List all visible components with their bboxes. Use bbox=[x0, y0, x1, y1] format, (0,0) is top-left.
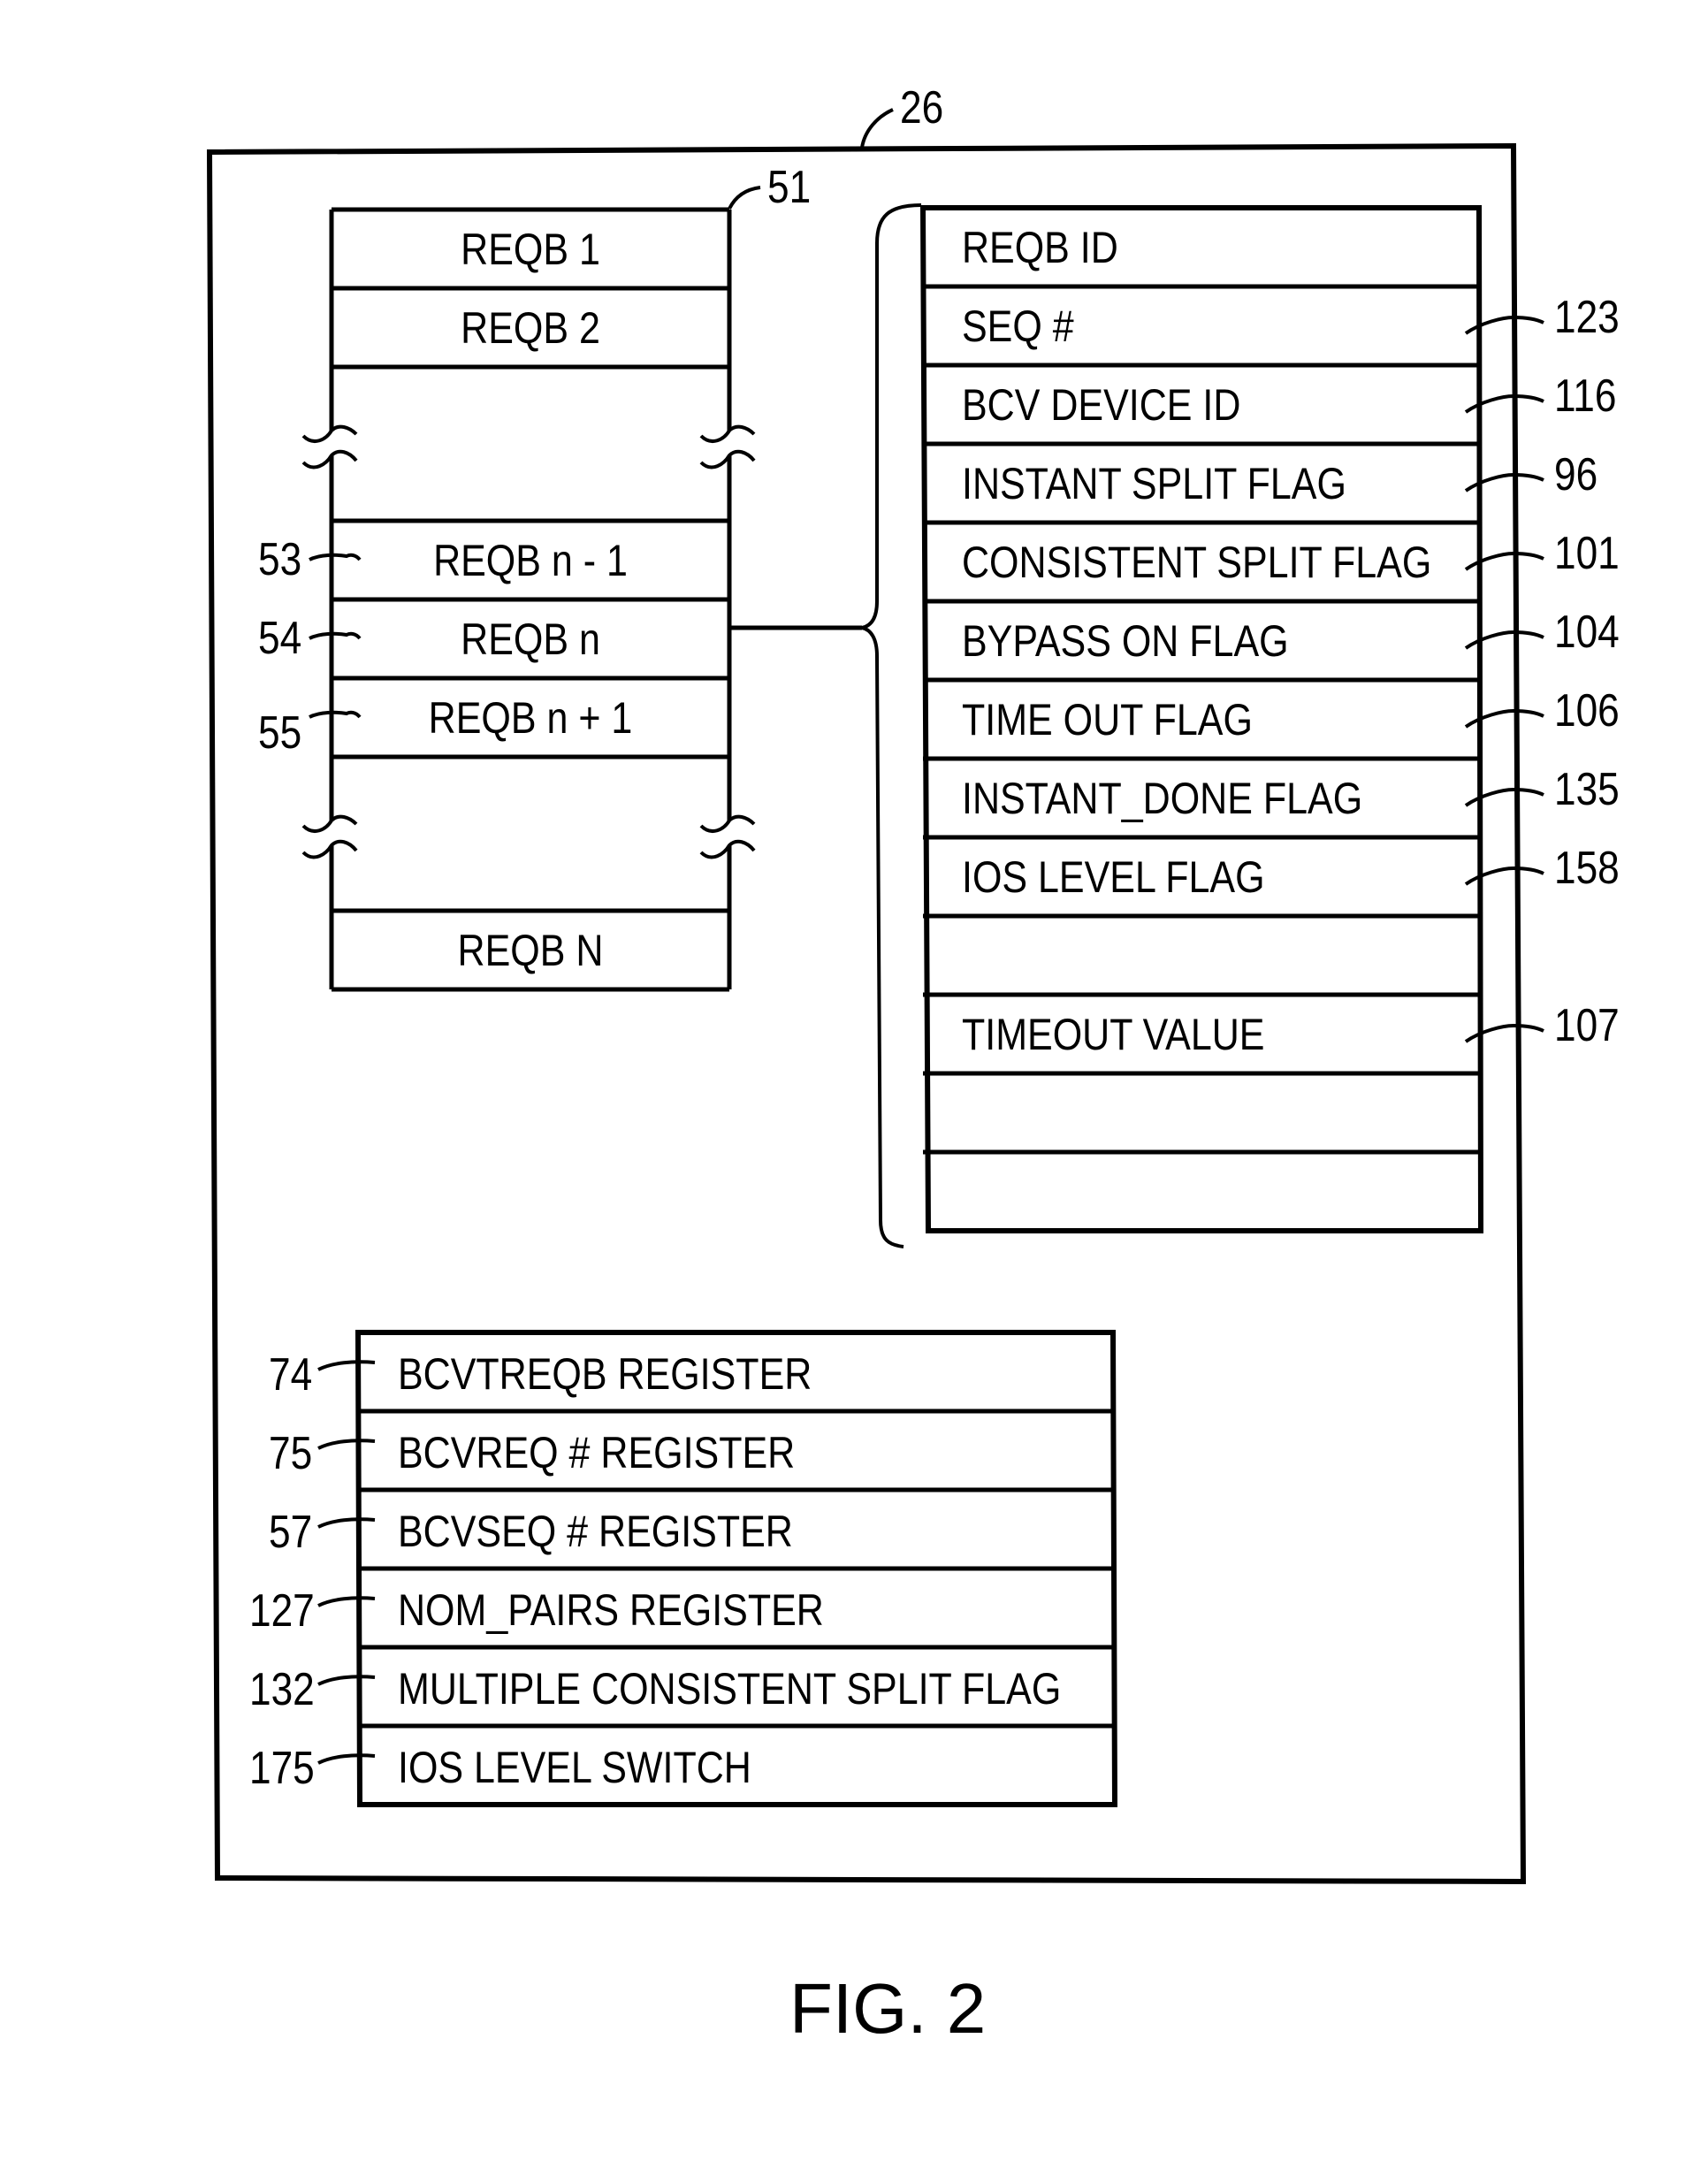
register-ref-label: 75 bbox=[269, 1428, 313, 1479]
register-lines bbox=[317, 1330, 1118, 1807]
detail-field-ref-label: 135 bbox=[1554, 764, 1620, 815]
figure-canvas: 26 51 REQB 1 REQB 2 REQB n - 1 53 REQB n 54 RE… bbox=[0, 0, 1708, 2168]
detail-field-ref-label: 116 bbox=[1554, 370, 1617, 422]
detail-field-ref-label: 101 bbox=[1554, 528, 1620, 579]
register-label: BCVTREQB REGISTER bbox=[398, 1349, 812, 1399]
register-ref-label: 132 bbox=[249, 1664, 315, 1715]
detail-field-label: BYPASS ON FLAG bbox=[962, 616, 1289, 666]
ref-leader-line bbox=[1464, 1023, 1544, 1043]
register-label: MULTIPLE CONSISTENT SPLIT FLAG bbox=[398, 1664, 1062, 1714]
detail-field-label: INSTANT_DONE FLAG bbox=[962, 774, 1363, 823]
register-ref-label: 175 bbox=[249, 1743, 315, 1794]
diagram-lines bbox=[206, 108, 1544, 1885]
queue-ref-label: 51 bbox=[767, 162, 812, 213]
ref-leader-line bbox=[317, 1675, 376, 1686]
queue-row-label: REQB N bbox=[457, 926, 604, 975]
detail-field-label: TIME OUT FLAG bbox=[962, 695, 1253, 744]
register-ref-label: 74 bbox=[269, 1349, 313, 1401]
register-ref-label: 127 bbox=[249, 1585, 315, 1637]
queue-row-label: REQB n bbox=[461, 615, 600, 664]
detail-field-ref-label: 106 bbox=[1554, 685, 1620, 737]
queue-row-label: REQB n + 1 bbox=[428, 693, 633, 743]
queue-row-label: REQB 1 bbox=[461, 225, 600, 274]
ref-leader-line bbox=[317, 1360, 376, 1371]
ref-leader-line bbox=[309, 710, 362, 719]
register-label: IOS LEVEL SWITCH bbox=[398, 1743, 751, 1792]
ref-leader-line bbox=[317, 1753, 376, 1765]
ref-leader-line bbox=[317, 1517, 376, 1529]
memory-ref-label: 26 bbox=[900, 82, 944, 134]
ref-leader-line bbox=[309, 553, 362, 561]
figure-caption: FIG. 2 bbox=[789, 1969, 987, 2048]
memory-ref-leader bbox=[860, 108, 894, 149]
register-ref-label: 57 bbox=[269, 1507, 313, 1558]
detail-field-label: BCV DEVICE ID bbox=[962, 380, 1241, 430]
queue-row-label: REQB 2 bbox=[461, 303, 600, 353]
ref-leader-line bbox=[1464, 866, 1544, 886]
queue-row-ref-label: 55 bbox=[258, 707, 302, 759]
detail-field-label: CONSISTENT SPLIT FLAG bbox=[962, 538, 1432, 587]
ref-leader-line bbox=[317, 1439, 376, 1450]
queue-ref-leader bbox=[728, 186, 761, 210]
detail-field-ref-label: 104 bbox=[1554, 607, 1620, 658]
detail-field-ref-label: 123 bbox=[1554, 292, 1620, 343]
ref-leader-line bbox=[309, 631, 362, 640]
detail-field-label: INSTANT SPLIT FLAG bbox=[962, 459, 1346, 508]
detail-field-label: SEQ # bbox=[962, 302, 1074, 351]
detail-field-ref-label: 107 bbox=[1554, 1000, 1620, 1051]
detail-field-label: IOS LEVEL FLAG bbox=[962, 852, 1265, 902]
detail-field-label: REQB ID bbox=[962, 223, 1118, 272]
detail-field-label: TIMEOUT VALUE bbox=[962, 1010, 1265, 1059]
register-label: NOM_PAIRS REGISTER bbox=[398, 1585, 824, 1635]
queue-row-label: REQB n - 1 bbox=[433, 536, 628, 585]
queue-row-ref-label: 53 bbox=[258, 534, 302, 585]
detail-field-ref-label: 96 bbox=[1554, 449, 1598, 500]
queue-row-ref-label: 54 bbox=[258, 613, 302, 664]
register-label: BCVREQ # REGISTER bbox=[398, 1428, 796, 1477]
ref-leader-line bbox=[317, 1596, 376, 1607]
detail-field-ref-label: 158 bbox=[1554, 843, 1620, 894]
register-label: BCVSEQ # REGISTER bbox=[398, 1507, 793, 1556]
expand-brace bbox=[861, 203, 922, 1248]
